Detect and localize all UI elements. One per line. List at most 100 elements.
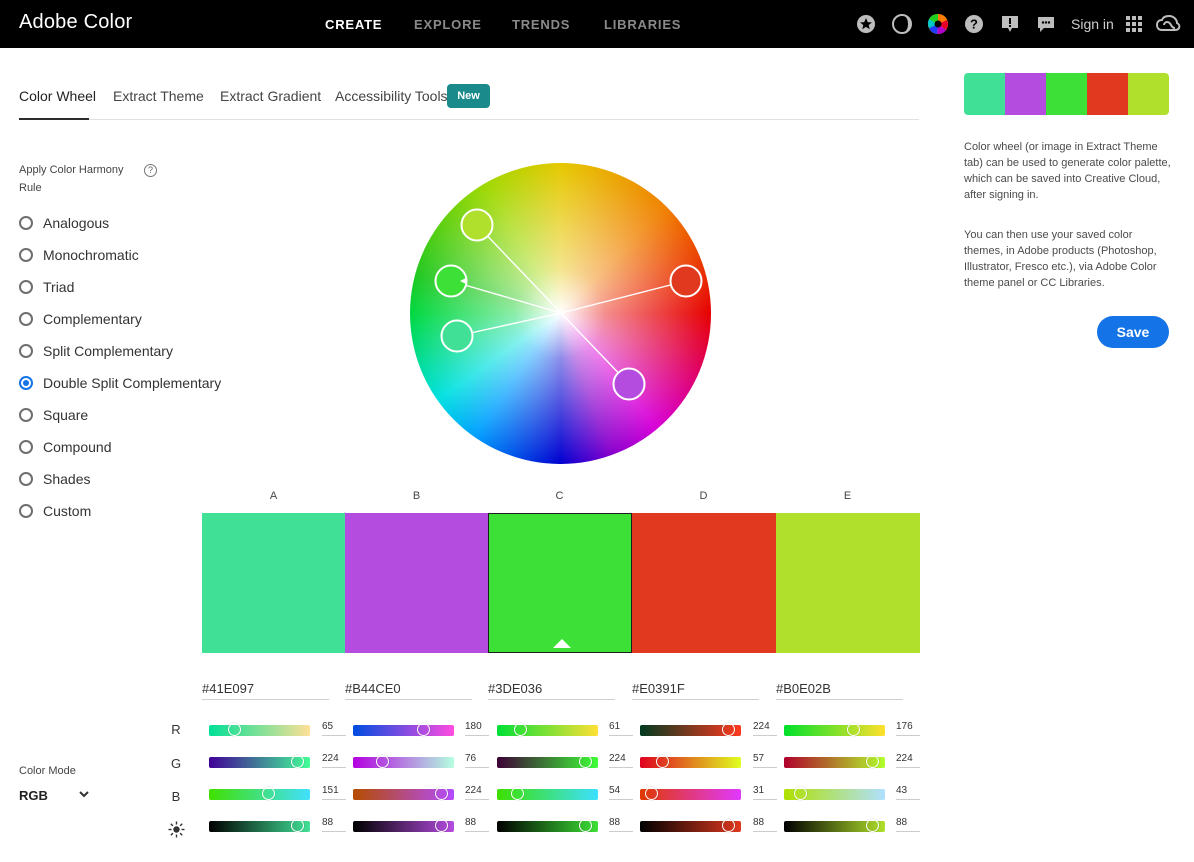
- slider-handle[interactable]: [655, 755, 669, 768]
- brightness-slider-b[interactable]: [353, 819, 454, 832]
- slider-handle[interactable]: [865, 819, 879, 832]
- nav-trends[interactable]: TRENDS: [512, 17, 570, 32]
- radio-button[interactable]: [19, 504, 33, 518]
- g-slider-c[interactable]: [497, 755, 598, 768]
- hex-input-a[interactable]: [202, 680, 329, 700]
- hex-input-e[interactable]: [776, 680, 903, 700]
- hex-input-b[interactable]: [345, 680, 472, 700]
- brightness-slider-d[interactable]: [640, 819, 741, 832]
- b-value-d[interactable]: 31: [753, 785, 777, 800]
- slider-handle[interactable]: [645, 787, 659, 800]
- harmony-option-double-split-complementary[interactable]: Double Split Complementary: [19, 373, 221, 393]
- g-value-c[interactable]: 224: [609, 753, 633, 768]
- radio-button[interactable]: [19, 280, 33, 294]
- b-slider-c[interactable]: [497, 787, 598, 800]
- slider-handle[interactable]: [290, 755, 304, 768]
- radio-button[interactable]: [19, 216, 33, 230]
- color-wheel[interactable]: [410, 163, 711, 464]
- tab-extract-gradient[interactable]: Extract Gradient: [220, 88, 321, 104]
- tab-extract-theme[interactable]: Extract Theme: [113, 88, 204, 104]
- wheel-handle-b[interactable]: [612, 367, 646, 401]
- slider-handle[interactable]: [846, 723, 860, 736]
- creative-cloud-icon[interactable]: [1155, 13, 1181, 35]
- slider-handle[interactable]: [794, 787, 808, 800]
- hex-input-d[interactable]: [632, 680, 759, 700]
- radio-button[interactable]: [19, 472, 33, 486]
- nav-explore[interactable]: EXPLORE: [414, 17, 482, 32]
- slider-handle[interactable]: [290, 819, 304, 832]
- b-value-c[interactable]: 54: [609, 785, 633, 800]
- chat-icon[interactable]: [1035, 13, 1057, 35]
- g-value-e[interactable]: 224: [896, 753, 920, 768]
- harmony-option-square[interactable]: Square: [19, 405, 88, 425]
- r-slider-c[interactable]: [497, 723, 598, 736]
- color-swatch-b[interactable]: [345, 513, 489, 653]
- r-slider-b[interactable]: [353, 723, 454, 736]
- radio-button[interactable]: [19, 440, 33, 454]
- slider-handle[interactable]: [514, 723, 528, 736]
- g-value-d[interactable]: 57: [753, 753, 777, 768]
- color-swatch-d[interactable]: [632, 513, 776, 653]
- nav-libraries[interactable]: LIBRARIES: [604, 17, 681, 32]
- b-slider-e[interactable]: [784, 787, 885, 800]
- r-value-e[interactable]: 176: [896, 721, 920, 736]
- color-swatch-e[interactable]: [776, 513, 920, 653]
- harmony-option-custom[interactable]: Custom: [19, 501, 91, 521]
- apps-grid-icon[interactable]: [1123, 13, 1145, 35]
- slider-handle[interactable]: [434, 787, 448, 800]
- b-slider-d[interactable]: [640, 787, 741, 800]
- brand-logo[interactable]: Adobe Color: [19, 11, 132, 34]
- harmony-option-monochromatic[interactable]: Monochromatic: [19, 245, 139, 265]
- brightness-slider-c[interactable]: [497, 819, 598, 832]
- nav-create[interactable]: CREATE: [325, 17, 382, 32]
- slider-handle[interactable]: [721, 819, 735, 832]
- g-value-a[interactable]: 224: [322, 753, 346, 768]
- slider-handle[interactable]: [511, 787, 525, 800]
- g-slider-a[interactable]: [209, 755, 310, 768]
- brightness-value-e[interactable]: 88: [896, 817, 920, 832]
- b-slider-a[interactable]: [209, 787, 310, 800]
- g-slider-e[interactable]: [784, 755, 885, 768]
- slider-handle[interactable]: [578, 755, 592, 768]
- contrast-icon[interactable]: [891, 13, 913, 35]
- brightness-value-a[interactable]: 88: [322, 817, 346, 832]
- color-swatch-a[interactable]: [202, 513, 346, 653]
- brightness-slider-e[interactable]: [784, 819, 885, 832]
- harmony-option-shades[interactable]: Shades: [19, 469, 90, 489]
- color-wheel-icon[interactable]: [927, 13, 949, 35]
- tab-accessibility-tools[interactable]: Accessibility Tools: [335, 88, 448, 104]
- g-value-b[interactable]: 76: [465, 753, 489, 768]
- help-icon[interactable]: ?: [144, 164, 157, 177]
- harmony-option-complementary[interactable]: Complementary: [19, 309, 142, 329]
- sign-in-link[interactable]: Sign in: [1071, 16, 1114, 32]
- brightness-value-c[interactable]: 88: [609, 817, 633, 832]
- brightness-slider-a[interactable]: [209, 819, 310, 832]
- radio-button[interactable]: [19, 344, 33, 358]
- b-value-e[interactable]: 43: [896, 785, 920, 800]
- wheel-handle-a[interactable]: [440, 319, 474, 353]
- b-slider-b[interactable]: [353, 787, 454, 800]
- harmony-option-split-complementary[interactable]: Split Complementary: [19, 341, 173, 361]
- slider-handle[interactable]: [227, 723, 241, 736]
- slider-handle[interactable]: [721, 723, 735, 736]
- b-value-b[interactable]: 224: [465, 785, 489, 800]
- harmony-option-analogous[interactable]: Analogous: [19, 213, 109, 233]
- slider-handle[interactable]: [261, 787, 275, 800]
- slider-handle[interactable]: [434, 819, 448, 832]
- brightness-value-b[interactable]: 88: [465, 817, 489, 832]
- brightness-value-d[interactable]: 88: [753, 817, 777, 832]
- favorites-icon[interactable]: [855, 13, 877, 35]
- harmony-option-compound[interactable]: Compound: [19, 437, 112, 457]
- harmony-option-triad[interactable]: Triad: [19, 277, 74, 297]
- tab-color-wheel[interactable]: Color Wheel: [19, 88, 96, 104]
- r-slider-d[interactable]: [640, 723, 741, 736]
- b-value-a[interactable]: 151: [322, 785, 346, 800]
- radio-button[interactable]: [19, 408, 33, 422]
- help-icon[interactable]: ?: [963, 13, 985, 35]
- wheel-handle-d[interactable]: [669, 264, 703, 298]
- g-slider-d[interactable]: [640, 755, 741, 768]
- feedback-icon[interactable]: [999, 13, 1021, 35]
- r-value-a[interactable]: 65: [322, 721, 346, 736]
- slider-handle[interactable]: [376, 755, 390, 768]
- g-slider-b[interactable]: [353, 755, 454, 768]
